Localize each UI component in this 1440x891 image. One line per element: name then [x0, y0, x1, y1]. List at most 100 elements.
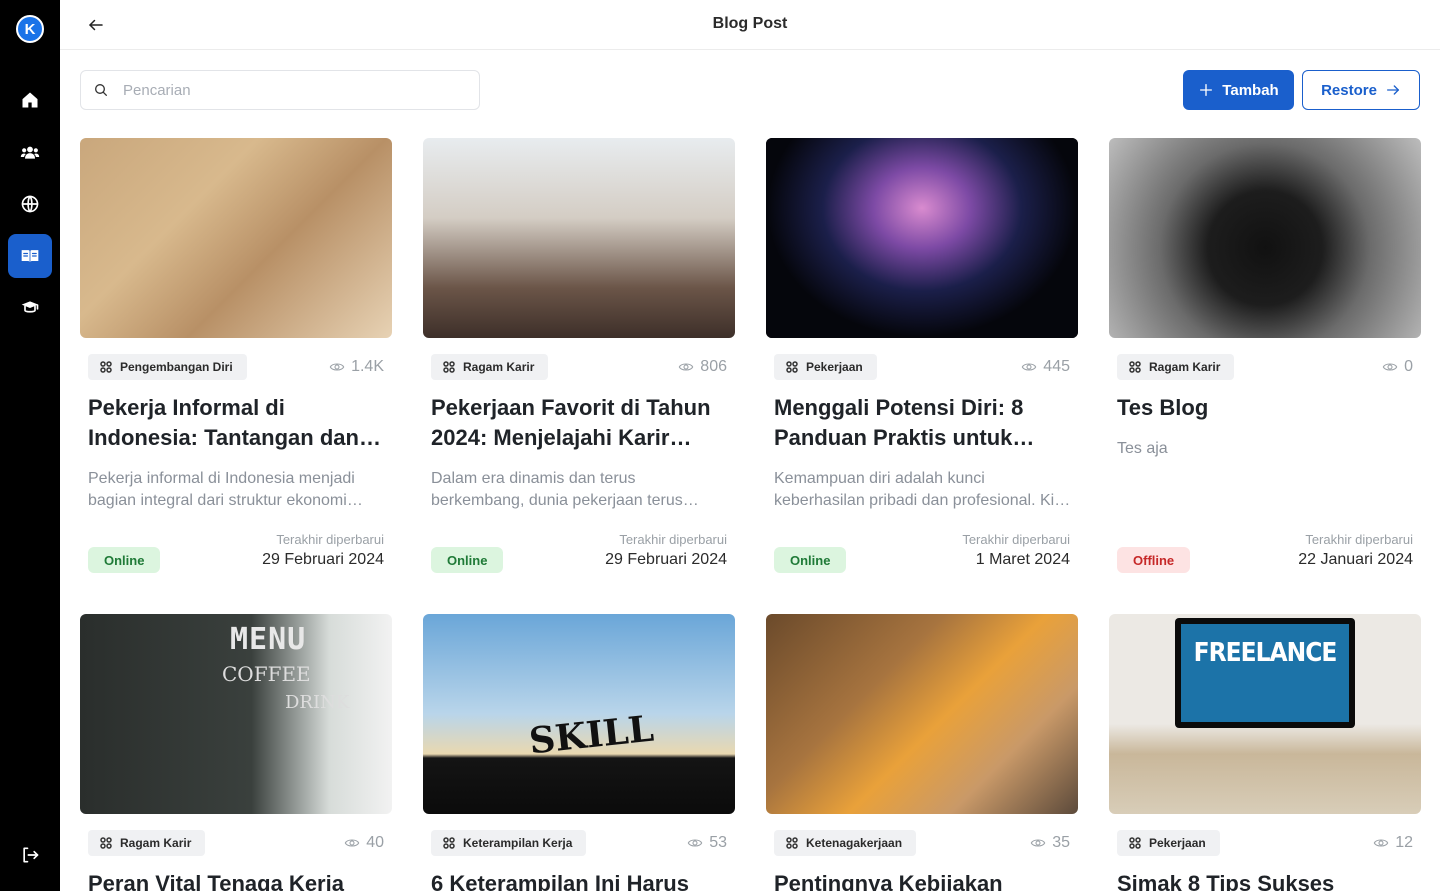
post-title[interactable]: Pekerjaan Favorit di Tahun 2024: Menjela… — [431, 393, 731, 453]
thumb-monitor: FREELANCE — [1175, 618, 1355, 728]
search-icon — [95, 84, 107, 96]
last-updated: Terakhir diperbarui 29 Februari 2024 — [605, 532, 727, 569]
category-label: Ragam Karir — [120, 836, 192, 850]
view-count: 53 — [687, 834, 727, 852]
category-label: Ragam Karir — [1149, 360, 1221, 374]
thumb-coffee-text: COFFEE — [222, 662, 311, 686]
eye-icon — [329, 363, 345, 371]
post-title[interactable]: Simak 8 Tips Sukses — [1117, 869, 1417, 891]
category-badge: Pekerjaan — [774, 354, 877, 380]
last-updated-label: Terakhir diperbarui — [619, 532, 727, 547]
eye-icon — [1030, 839, 1046, 847]
post-card[interactable]: Ragam Karir 806 Pekerjaan Favorit di Tah… — [423, 138, 735, 598]
post-card[interactable]: SKILL Keterampilan Kerja 53 6 Keterampil… — [423, 614, 735, 891]
sidebar: K — [0, 0, 60, 891]
post-excerpt: Kemampuan diri adalah kunci keberhasilan… — [774, 470, 1068, 509]
post-excerpt: Tes aja — [1117, 440, 1168, 457]
view-count: 40 — [344, 834, 384, 852]
post-card[interactable]: MENU COFFEE DRINK Ragam Karir 40 Peran V… — [80, 614, 392, 891]
view-count-value: 1.4K — [351, 358, 384, 375]
post-title[interactable]: Tes Blog — [1117, 393, 1417, 423]
post-thumbnail[interactable]: FREELANCE — [1109, 614, 1421, 814]
post-image — [766, 614, 1078, 814]
last-updated-date: 1 Maret 2024 — [975, 551, 1070, 568]
grid-icon — [443, 837, 455, 849]
book-open-icon — [21, 250, 39, 262]
post-card[interactable]: Ragam Karir 0 Tes Blog Tes aja Offline T… — [1109, 138, 1421, 598]
view-count: 1.4K — [329, 358, 384, 376]
post-thumbnail[interactable] — [766, 138, 1078, 338]
post-thumbnail[interactable]: MENU COFFEE DRINK — [80, 614, 392, 814]
status-badge: Online — [88, 547, 161, 573]
logout-button[interactable] — [8, 833, 52, 877]
sidebar-item-users[interactable] — [8, 130, 52, 174]
thumb-drink-text: DRINK — [285, 692, 350, 713]
sidebar-item-education[interactable] — [8, 286, 52, 330]
post-thumbnail[interactable] — [1109, 138, 1421, 338]
category-badge: Keterampilan Kerja — [431, 830, 587, 856]
eye-icon — [687, 839, 703, 847]
search-box[interactable] — [80, 70, 480, 110]
post-thumbnail[interactable] — [80, 138, 392, 338]
eye-icon — [679, 363, 694, 371]
eye-icon — [1022, 363, 1037, 371]
view-count: 0 — [1382, 358, 1413, 376]
last-updated-label: Terakhir diperbarui — [276, 532, 384, 547]
thumb-menu-text: MENU — [230, 622, 307, 657]
users-icon — [20, 146, 40, 159]
category-label: Pengembangan Diri — [120, 360, 233, 374]
sidebar-item-globe[interactable] — [8, 182, 52, 226]
plus-icon — [1200, 84, 1213, 96]
logout-icon — [23, 847, 39, 863]
post-thumbnail[interactable]: SKILL — [423, 614, 735, 814]
grid-icon — [100, 837, 112, 849]
category-label: Pekerjaan — [806, 360, 863, 374]
view-count-value: 12 — [1395, 834, 1413, 851]
category-label: Ragam Karir — [463, 360, 535, 374]
post-image — [80, 138, 392, 338]
sidebar-item-home[interactable] — [8, 78, 52, 122]
status-badge: Offline — [1117, 547, 1191, 573]
post-title[interactable]: 6 Keterampilan Ini Harus — [431, 869, 731, 891]
post-card[interactable]: Ketenagakerjaan 35 Pentingnya Kebijakan — [766, 614, 1078, 891]
sidebar-item-blog[interactable] — [8, 234, 52, 278]
restore-button[interactable]: Restore — [1302, 70, 1420, 110]
status-badge: Online — [774, 547, 847, 573]
thumb-freelance-text: FREELANCE — [1181, 624, 1349, 722]
globe-icon — [21, 195, 39, 213]
last-updated-date: 22 Januari 2024 — [1298, 551, 1413, 568]
post-image — [766, 138, 1078, 338]
last-updated: Terakhir diperbarui 29 Februari 2024 — [262, 532, 384, 569]
view-count: 35 — [1030, 834, 1070, 852]
category-badge: Ragam Karir — [88, 830, 206, 856]
post-card[interactable]: Pekerjaan 445 Menggali Potensi Diri: 8 P… — [766, 138, 1078, 598]
home-icon — [22, 92, 38, 108]
last-updated-date: 29 Februari 2024 — [262, 551, 384, 568]
post-thumbnail[interactable] — [423, 138, 735, 338]
view-count: 445 — [1021, 358, 1070, 376]
grid-icon — [443, 361, 455, 373]
post-excerpt: Pekerja informal di Indonesia menjadi ba… — [88, 470, 355, 509]
search-input[interactable] — [123, 81, 463, 99]
eye-icon — [1382, 363, 1398, 371]
post-title[interactable]: Pentingnya Kebijakan — [774, 869, 1074, 891]
last-updated-date: 29 Februari 2024 — [605, 551, 727, 568]
category-badge: Ketenagakerjaan — [774, 830, 917, 856]
app-logo[interactable]: K — [16, 15, 44, 43]
grid-icon — [786, 361, 798, 373]
arrow-right-icon — [1386, 85, 1399, 95]
post-card[interactable]: FREELANCE Pekerjaan 12 Simak 8 Tips Suks… — [1109, 614, 1421, 891]
view-count-value: 53 — [709, 834, 727, 851]
last-updated-label: Terakhir diperbarui — [1305, 532, 1413, 547]
post-card[interactable]: Pengembangan Diri 1.4K Pekerja Informal … — [80, 138, 392, 598]
category-label: Keterampilan Kerja — [463, 836, 573, 850]
add-post-label: Tambah — [1222, 81, 1279, 99]
view-count-value: 0 — [1404, 358, 1413, 375]
add-post-button[interactable]: Tambah — [1183, 70, 1294, 110]
post-thumbnail[interactable] — [766, 614, 1078, 814]
post-title[interactable]: Peran Vital Tenaga Kerja — [88, 869, 388, 891]
view-count-value: 806 — [700, 358, 727, 375]
post-title[interactable]: Pekerja Informal di Indonesia: Tantangan… — [88, 393, 388, 453]
category-badge: Ragam Karir — [431, 354, 549, 380]
post-title[interactable]: Menggali Potensi Diri: 8 Panduan Praktis… — [774, 393, 1074, 453]
